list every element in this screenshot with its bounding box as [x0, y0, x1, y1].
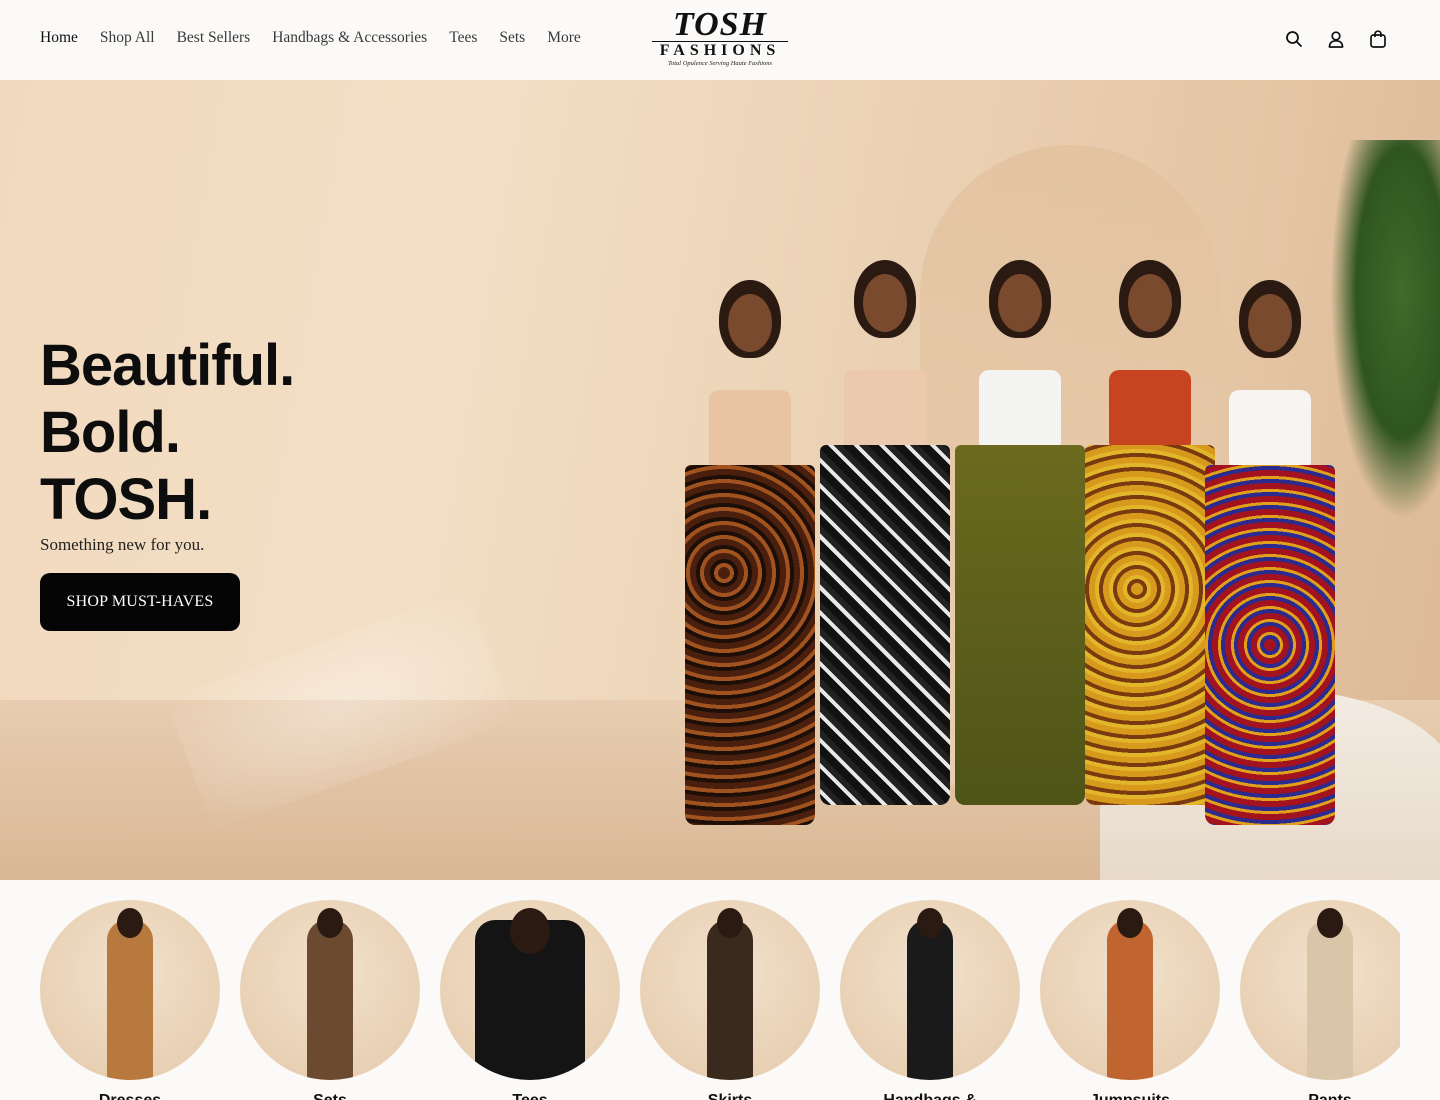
hero-headline-2: Bold. [40, 400, 181, 465]
model-top [1229, 390, 1311, 468]
model-figure [1307, 920, 1353, 1080]
category-sets[interactable]: Sets [240, 900, 420, 1100]
nav-more[interactable]: More [547, 29, 581, 47]
category-image [840, 900, 1020, 1080]
model-face [728, 294, 772, 352]
hero-model-4 [1080, 260, 1220, 840]
model-head [1317, 908, 1343, 938]
hero-plant [1330, 140, 1440, 520]
model-face [1248, 294, 1292, 352]
category-label: Tees [440, 1092, 620, 1100]
category-carousel: Dresses Sets Tees Skirts Handbags & Acce… [40, 900, 1400, 1100]
category-label: Dresses [40, 1092, 220, 1100]
category-image [640, 900, 820, 1080]
header-icons [1284, 29, 1388, 49]
hero-headline-1: Beautiful. [40, 333, 295, 398]
category-tees[interactable]: Tees [440, 900, 620, 1100]
hero-model-1 [680, 280, 820, 840]
model-head [1117, 908, 1143, 938]
model-figure [1107, 920, 1153, 1080]
account-icon[interactable] [1326, 29, 1346, 49]
model-top [979, 370, 1061, 448]
category-handbags-accessories[interactable]: Handbags & Accessories [840, 900, 1020, 1100]
nav-shop-all[interactable]: Shop All [100, 29, 155, 47]
logo-sub: FASHIONS [652, 41, 788, 59]
model-face [998, 274, 1042, 332]
model-head [717, 908, 743, 938]
site-header: Home Shop All Best Sellers Handbags & Ac… [0, 0, 1440, 80]
model-figure [307, 920, 353, 1080]
model-pants [1085, 445, 1215, 805]
category-label: Handbags & Accessories [840, 1092, 1020, 1100]
nav-home[interactable]: Home [40, 29, 78, 47]
nav-sets[interactable]: Sets [499, 29, 525, 47]
model-top [709, 390, 791, 468]
hero-model-2 [815, 260, 955, 840]
hero-subtext: Something new for you. [40, 535, 205, 554]
model-figure [107, 920, 153, 1080]
category-image [440, 900, 620, 1080]
model-head [510, 908, 550, 954]
model-pants [820, 445, 950, 805]
model-top [1109, 370, 1191, 448]
category-label: Skirts [640, 1092, 820, 1100]
category-label: Jumpsuits [1040, 1092, 1220, 1100]
nav-best-sellers[interactable]: Best Sellers [177, 29, 251, 47]
model-face [863, 274, 907, 332]
category-jumpsuits[interactable]: Jumpsuits [1040, 900, 1220, 1100]
model-top [844, 370, 926, 448]
hero-model-5 [1200, 280, 1340, 840]
category-label: Pants [1240, 1092, 1400, 1100]
category-dresses[interactable]: Dresses [40, 900, 220, 1100]
model-pants [1205, 465, 1335, 825]
nav-tees[interactable]: Tees [449, 29, 477, 47]
model-head [317, 908, 343, 938]
model-head [117, 908, 143, 938]
model-figure [907, 920, 953, 1080]
model-pants [685, 465, 815, 825]
logo-brand: TOSH [672, 6, 768, 43]
shop-must-haves-button[interactable]: SHOP MUST-HAVES [40, 573, 240, 631]
site-logo[interactable]: TOSH FASHIONS Total Opulence Serving Hau… [652, 6, 788, 71]
category-skirts[interactable]: Skirts [640, 900, 820, 1100]
category-image [1240, 900, 1400, 1080]
category-image [240, 900, 420, 1080]
model-head [917, 908, 943, 938]
main-nav: Home Shop All Best Sellers Handbags & Ac… [40, 29, 603, 47]
cart-icon[interactable] [1368, 29, 1388, 49]
category-label: Sets [240, 1092, 420, 1100]
category-image [1040, 900, 1220, 1080]
model-figure [707, 920, 753, 1080]
category-image [40, 900, 220, 1080]
hero-headline-3: TOSH. [40, 467, 212, 532]
nav-handbags-accessories[interactable]: Handbags & Accessories [272, 29, 427, 47]
search-icon[interactable] [1284, 29, 1304, 49]
logo-tagline: Total Opulence Serving Haute Fashions [667, 60, 773, 67]
model-face [1128, 274, 1172, 332]
hero-text: Beautiful. Bold. TOSH. Something new for… [40, 332, 295, 555]
model-pants [955, 445, 1085, 805]
hero-model-3 [950, 260, 1090, 840]
category-pants[interactable]: Pants [1240, 900, 1400, 1100]
